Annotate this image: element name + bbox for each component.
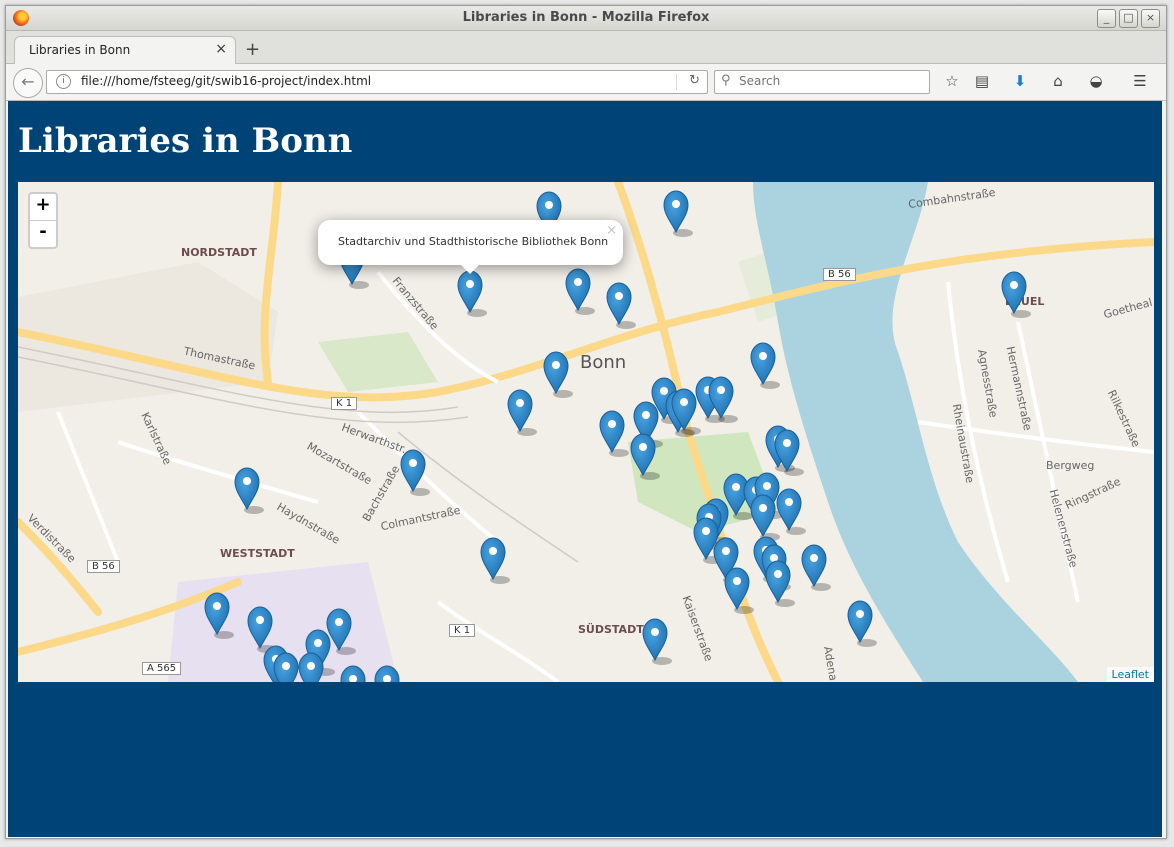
library-marker[interactable]	[543, 351, 574, 399]
library-marker[interactable]	[480, 537, 511, 585]
tab-label: Libraries in Bonn	[29, 43, 131, 57]
search-input[interactable]	[737, 73, 926, 89]
page-title: Libraries in Bonn	[18, 121, 353, 161]
library-marker[interactable]	[801, 544, 832, 592]
search-bar[interactable]: ⚲	[714, 70, 930, 94]
reload-icon[interactable]: ↻	[689, 73, 700, 88]
library-marker[interactable]	[724, 567, 755, 615]
back-arrow-icon: ←	[21, 72, 35, 91]
window-title: Libraries in Bonn - Mozilla Firefox	[462, 10, 710, 25]
library-marker[interactable]	[340, 665, 371, 682]
library-marker[interactable]	[234, 467, 265, 515]
popup-text: Stadtarchiv und Stadthistorische Bibliot…	[338, 235, 609, 248]
library-marker[interactable]	[565, 268, 596, 316]
info-icon[interactable]: i	[56, 74, 71, 89]
library-marker[interactable]	[765, 560, 796, 608]
library-marker[interactable]	[606, 282, 637, 330]
library-marker[interactable]	[1001, 271, 1032, 319]
browser-window: Libraries in Bonn - Mozilla Firefox _ □ …	[5, 5, 1167, 839]
library-marker[interactable]	[374, 665, 405, 682]
url-text[interactable]: file:///home/fsteeg/git/swib16-project/i…	[81, 74, 371, 88]
url-separator	[676, 74, 677, 90]
library-marker[interactable]	[204, 592, 235, 640]
page-content: Libraries in Bonn Bonn NORDSTADT WESTSTA…	[8, 101, 1162, 837]
library-marker[interactable]	[642, 618, 673, 666]
close-window-button[interactable]: ×	[1141, 9, 1160, 28]
marker-popup: Stadtarchiv und Stadthistorische Bibliot…	[318, 220, 623, 274]
library-marker[interactable]	[400, 449, 431, 497]
bookmark-star-icon[interactable]: ☆	[942, 71, 962, 91]
library-marker[interactable]	[847, 600, 878, 648]
back-button[interactable]: ←	[13, 68, 43, 98]
downloads-icon[interactable]: ⬇	[1010, 71, 1030, 91]
popup-close-icon[interactable]: ×	[606, 223, 617, 238]
pocket-icon[interactable]: ◒	[1086, 71, 1106, 91]
url-bar[interactable]: i file:///home/fsteeg/git/swib16-project…	[46, 70, 708, 94]
title-bar: Libraries in Bonn - Mozilla Firefox _ □ …	[6, 6, 1166, 31]
zoom-out-button[interactable]: -	[30, 220, 56, 247]
map[interactable]: Bonn NORDSTADT WESTSTADT SÜDSTADT BEUEL …	[18, 182, 1154, 682]
library-marker[interactable]	[326, 608, 357, 656]
search-icon: ⚲	[721, 73, 731, 88]
zoom-in-button[interactable]: +	[30, 194, 56, 220]
tab-close-icon[interactable]: ×	[215, 41, 227, 57]
library-marker[interactable]	[507, 389, 538, 437]
zoom-control: + -	[28, 192, 58, 249]
library-marker[interactable]	[599, 410, 630, 458]
library-marker[interactable]	[776, 488, 807, 536]
library-marker[interactable]	[750, 342, 781, 390]
menu-icon[interactable]: ☰	[1130, 71, 1150, 91]
bookmarks-menu-icon[interactable]: ▤	[972, 71, 992, 91]
tab-bar: Libraries in Bonn × +	[6, 31, 1166, 65]
home-icon[interactable]: ⌂	[1048, 71, 1068, 91]
popup-tip	[460, 264, 480, 274]
library-marker[interactable]	[457, 270, 488, 318]
navigation-toolbar: ← i file:///home/fsteeg/git/swib16-proje…	[6, 64, 1166, 101]
library-marker[interactable]	[663, 190, 694, 238]
new-tab-button[interactable]: +	[245, 39, 260, 60]
minimize-button[interactable]: _	[1097, 9, 1116, 28]
tab-libraries-in-bonn[interactable]: Libraries in Bonn ×	[14, 36, 236, 65]
leaflet-attribution-link[interactable]: Leaflet	[1106, 667, 1154, 682]
maximize-button[interactable]: □	[1119, 9, 1138, 28]
